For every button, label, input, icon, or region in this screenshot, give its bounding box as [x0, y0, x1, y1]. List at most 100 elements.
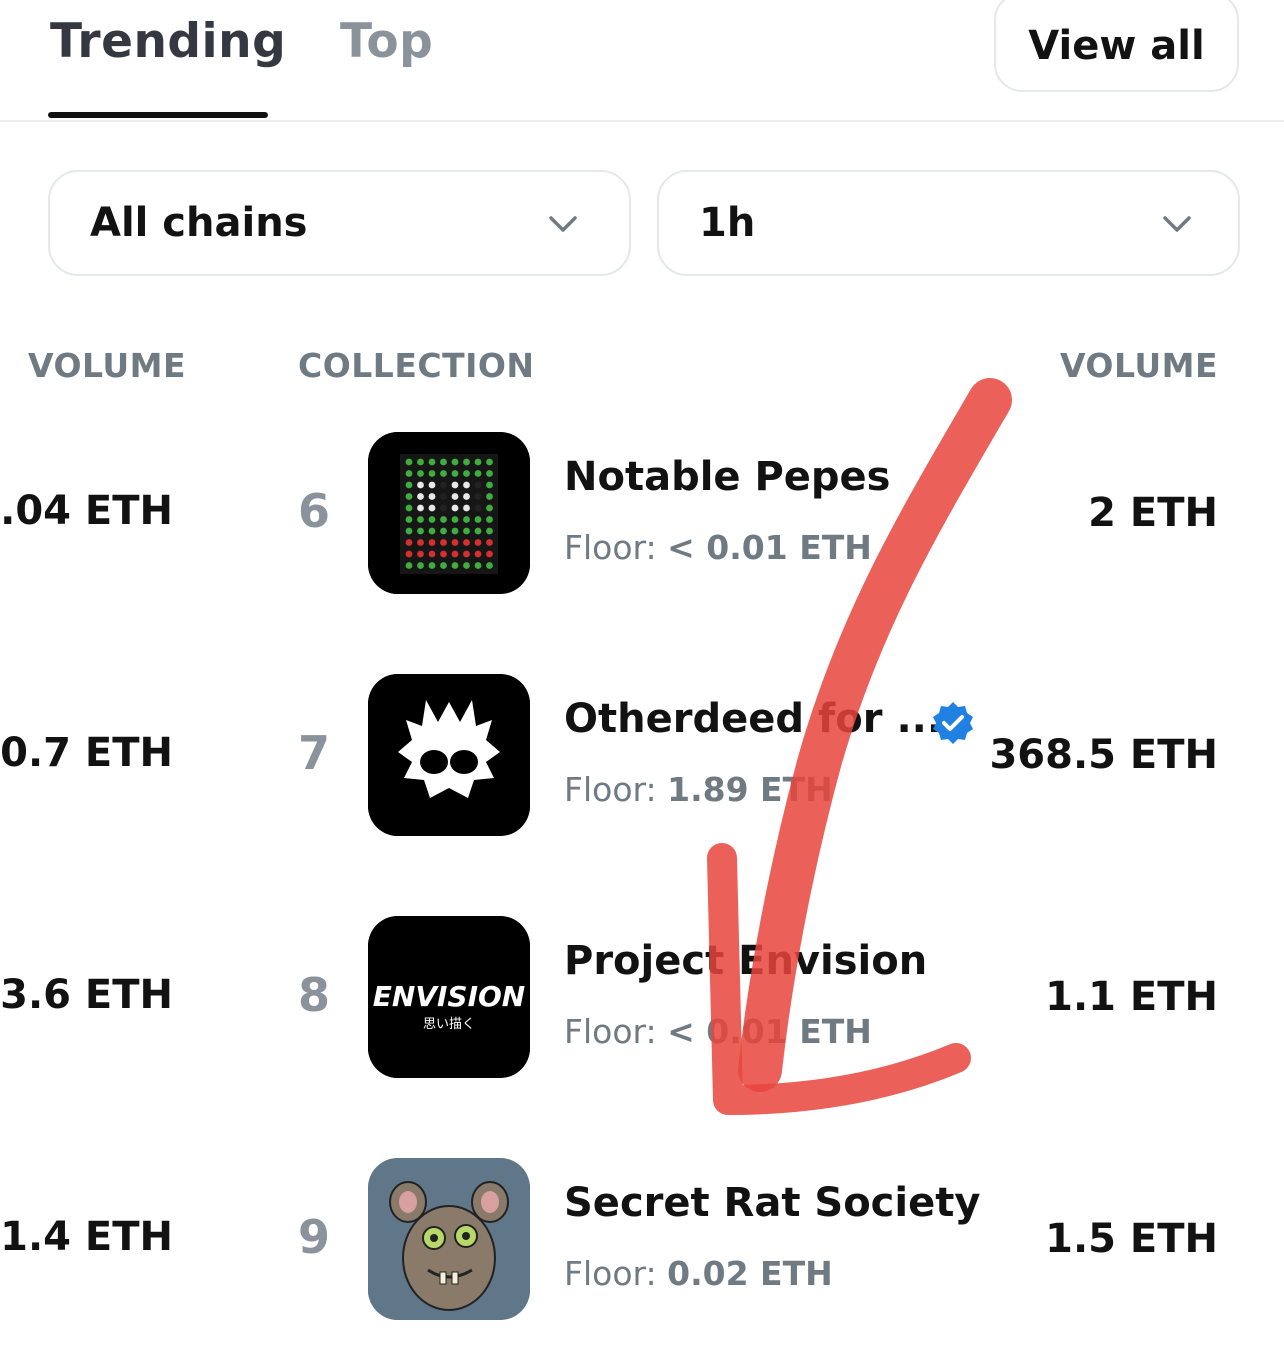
pepe-dot: [474, 516, 482, 523]
time-filter-dropdown[interactable]: 1h: [657, 170, 1240, 276]
pepe-dot: [463, 550, 470, 558]
left-volume-header: VOLUME: [28, 346, 187, 385]
view-all-button[interactable]: View all: [994, 0, 1239, 92]
pepe-dot: [428, 504, 436, 512]
pepe-dot: [463, 504, 470, 512]
pepe-dot: [440, 504, 447, 512]
collection-thumbnail[interactable]: ENVISION 思い描く: [368, 916, 530, 1078]
pepe-dot: [486, 493, 493, 500]
pepe-dot: [428, 481, 436, 489]
collection-name[interactable]: Project Envision: [564, 938, 927, 984]
pepe-dot: [417, 481, 424, 489]
pepe-dot: [451, 562, 459, 569]
pepe-dot: [428, 458, 436, 466]
secret-rat-society-logo: [368, 1158, 530, 1320]
pepe-dot: [474, 470, 482, 477]
pepe-dot: [405, 493, 413, 500]
pepe-dot: [405, 562, 413, 569]
pepe-dot: [440, 493, 447, 500]
pepe-dot: [486, 550, 493, 558]
table-row[interactable]: 13.6 ETH 8 ENVISION 思い描く Project Envisio…: [0, 916, 1284, 1086]
collection-name[interactable]: Notable Pepes: [564, 454, 890, 500]
pepe-dot: [405, 539, 413, 546]
pepe-dot: [451, 481, 459, 489]
rank-number: 7: [298, 726, 331, 780]
pepe-dot: [417, 562, 424, 569]
project-envision-logo: ENVISION 思い描く: [368, 916, 530, 1078]
volume-header: VOLUME: [1059, 346, 1218, 385]
pepe-dot: [451, 516, 459, 523]
left-volume-value: 20.7 ETH: [0, 730, 173, 776]
pepe-dot: [440, 516, 447, 523]
chevron-down-icon: [1163, 216, 1191, 232]
floor-value: 1.89 ETH: [667, 770, 833, 809]
pepe-dot: [428, 539, 436, 546]
pepe-dot: [463, 458, 470, 466]
pepe-dot: [428, 470, 436, 477]
pepe-dot: [428, 527, 436, 535]
pepe-dot: [463, 527, 470, 535]
pepe-dot: [428, 493, 436, 500]
left-volume-value: 331.4 ETH: [0, 1214, 173, 1260]
pepe-dot: [451, 493, 459, 500]
pepe-dot: [405, 458, 413, 466]
svg-text:思い描く: 思い描く: [423, 1017, 475, 1032]
pepe-dot: [463, 562, 470, 569]
chain-filter-dropdown[interactable]: All chains: [48, 170, 631, 276]
collection-name[interactable]: Secret Rat Society: [564, 1180, 980, 1226]
pepe-dot: [428, 562, 436, 569]
pepe-dot: [451, 470, 459, 477]
notable-pepes-logo: [368, 432, 530, 594]
svg-text:ENVISION: ENVISION: [373, 980, 525, 1013]
table-row[interactable]: 331.4 ETH 9 Secret Rat Society Floor: 0.…: [0, 1158, 1284, 1328]
collection-name[interactable]: Otherdeed for ...: [564, 696, 942, 742]
floor-label: Floor:: [564, 770, 657, 809]
rank-number: 9: [298, 1210, 331, 1264]
pepe-dot: [417, 504, 424, 512]
floor-price: Floor: < 0.01 ETH: [564, 528, 872, 567]
chevron-down-icon: [549, 216, 577, 232]
left-volume-value: 0.04 ETH: [0, 488, 173, 534]
pepe-dot: [474, 458, 482, 466]
table-row[interactable]: 0.04 ETH 6 Notable Pepes Floor: < 0.01 E…: [0, 432, 1284, 602]
pepe-dot: [417, 550, 424, 558]
floor-value: 0.02 ETH: [667, 1254, 833, 1293]
floor-price: Floor: 1.89 ETH: [564, 770, 833, 809]
pepe-dot: [486, 527, 493, 535]
volume-value: 1.1 ETH: [1045, 974, 1218, 1020]
collection-thumbnail[interactable]: [368, 1158, 530, 1320]
pepe-dot: [417, 516, 424, 523]
floor-price: Floor: < 0.01 ETH: [564, 1012, 872, 1051]
pepe-dot: [440, 562, 447, 569]
rank-number: 8: [298, 968, 331, 1022]
volume-value: 2 ETH: [1088, 490, 1218, 536]
tab-trending[interactable]: Trending: [50, 14, 286, 69]
active-tab-indicator: [48, 112, 268, 118]
pepe-dot: [417, 539, 424, 546]
pepe-dot: [405, 504, 413, 512]
chain-filter-label: All chains: [90, 200, 308, 246]
floor-price: Floor: 0.02 ETH: [564, 1254, 833, 1293]
pepe-dot: [405, 550, 413, 558]
pepe-dot: [451, 539, 459, 546]
pepe-dot: [451, 458, 459, 466]
volume-value: 368.5 ETH: [989, 732, 1218, 778]
table-row[interactable]: 20.7 ETH 7 Otherdeed for ... Floor: 1.89…: [0, 674, 1284, 844]
pepe-dot: [417, 458, 424, 466]
floor-label: Floor:: [564, 528, 657, 567]
verified-badge-icon: [933, 702, 973, 744]
pepe-dot: [451, 550, 459, 558]
pepe-dot: [463, 493, 470, 500]
pepe-dot: [405, 516, 413, 523]
collection-thumbnail[interactable]: [368, 432, 530, 594]
pepe-dot: [486, 458, 493, 466]
collection-thumbnail[interactable]: [368, 674, 530, 836]
tab-top[interactable]: Top: [340, 14, 433, 69]
pepe-dot: [440, 539, 447, 546]
pepe-dot: [440, 458, 447, 466]
pepe-dot: [417, 470, 424, 477]
floor-value: < 0.01 ETH: [667, 528, 872, 567]
pepe-dot: [405, 527, 413, 535]
pepe-dot: [417, 527, 424, 535]
floor-label: Floor:: [564, 1012, 657, 1051]
